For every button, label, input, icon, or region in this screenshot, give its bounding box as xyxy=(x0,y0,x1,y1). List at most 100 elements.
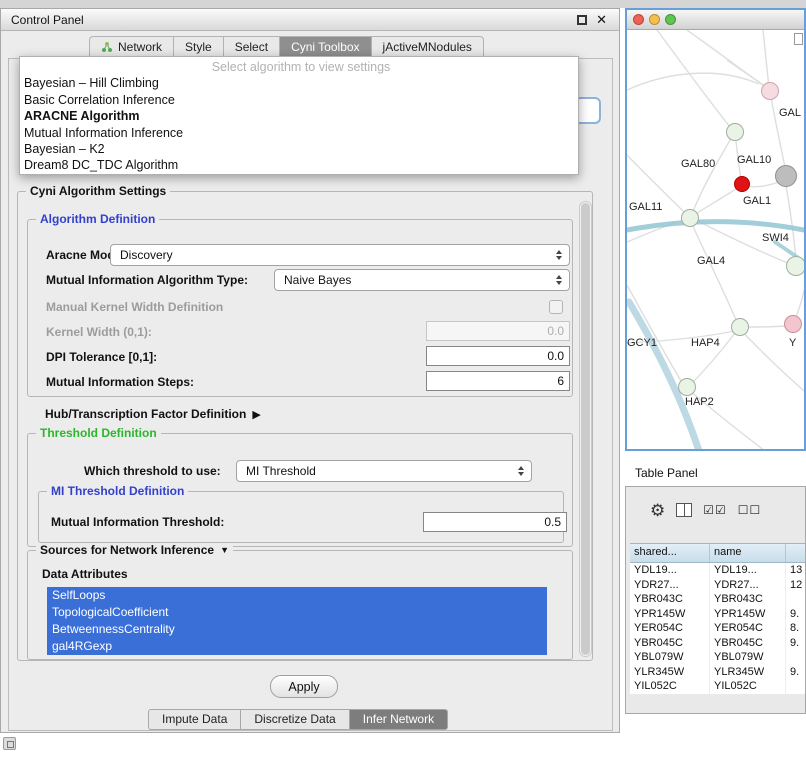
dropdown-item-selected[interactable]: ARACNE Algorithm xyxy=(20,108,578,124)
network-node-gal10[interactable] xyxy=(775,165,797,187)
table-header-row: shared... name xyxy=(630,543,806,563)
zoom-traffic-light[interactable] xyxy=(665,14,676,25)
attribute-item-selected[interactable]: SelfLoops xyxy=(47,587,547,604)
tab-select[interactable]: Select xyxy=(223,36,279,58)
network-node[interactable] xyxy=(786,256,806,276)
mi-threshold-field[interactable]: 0.5 xyxy=(423,512,567,532)
algorithm-definition-group: Algorithm Definition Aracne Mode: Discov… xyxy=(27,219,573,397)
group-title: MI Threshold Definition xyxy=(47,484,188,498)
float-panel-icon[interactable] xyxy=(577,15,587,25)
dpi-tolerance-label: DPI Tolerance [0,1]: xyxy=(46,346,157,368)
node-label: HAP2 xyxy=(685,396,714,408)
dropdown-item[interactable]: Basic Correlation Inference xyxy=(20,92,578,108)
dropdown-placeholder: Select algorithm to view settings xyxy=(20,59,578,75)
table-row[interactable]: YDR27...YDR27...12 xyxy=(630,578,806,593)
node-table: shared... name YDL19...YDL19...13 YDR27.… xyxy=(630,543,806,694)
node-label: GAL10 xyxy=(737,154,771,166)
settings-scrollbar[interactable] xyxy=(579,201,592,657)
network-node[interactable] xyxy=(731,318,749,336)
node-label: GAL1 xyxy=(743,195,771,207)
dropdown-item[interactable]: Dream8 DC_TDC Algorithm xyxy=(20,157,578,173)
group-title: Threshold Definition xyxy=(36,426,161,440)
minimize-traffic-light[interactable] xyxy=(649,14,660,25)
expand-down-icon: ▼ xyxy=(220,545,229,555)
node-label-clipped: GAL xyxy=(779,107,801,119)
bottom-tabbar: Impute Data Discretize Data Infer Networ… xyxy=(148,709,448,730)
network-node[interactable] xyxy=(726,123,744,141)
gear-icon[interactable]: ⚙ xyxy=(650,502,665,519)
hub-tf-section-toggle[interactable]: Hub/Transcription Factor Definition ▶ xyxy=(45,407,261,421)
table-row[interactable]: YPR145WYPR145W9. xyxy=(630,607,806,622)
network-canvas[interactable]: GAL80 GAL10 GAL11 GAL1 SWI4 GAL4 GCY1 HA… xyxy=(627,30,804,451)
section-label: Hub/Transcription Factor Definition xyxy=(45,407,246,421)
table-row[interactable]: YDL19...YDL19...13 xyxy=(630,563,806,578)
dropdown-item[interactable]: Bayesian – Hill Climbing xyxy=(20,75,578,91)
attribute-list: SelfLoops TopologicalCoefficient Between… xyxy=(47,587,547,655)
section-label: Sources for Network Inference xyxy=(40,543,214,557)
tab-label: Select xyxy=(235,40,268,54)
mi-type-select[interactable]: Naive Bayes xyxy=(274,269,570,291)
manual-kernel-checkbox xyxy=(549,300,563,314)
node-label: HAP4 xyxy=(691,337,720,349)
network-node[interactable] xyxy=(761,82,779,100)
control-panel-tabbar: Network Style Select Cyni Toolbox jActiv… xyxy=(1,36,619,58)
columns-icon[interactable] xyxy=(676,503,692,517)
table-row[interactable]: YBR043CYBR043C xyxy=(630,592,806,607)
which-threshold-label: Which threshold to use: xyxy=(84,460,221,482)
tab-label: Cyni Toolbox xyxy=(291,40,359,54)
canvas-scrollbar-thumb[interactable] xyxy=(794,33,803,45)
minimized-panel-icon[interactable] xyxy=(3,737,16,750)
control-panel-titlebar: Control Panel ✕ xyxy=(1,9,619,31)
deselect-all-checkboxes-icon[interactable]: ☐☐ xyxy=(738,503,762,517)
screen: Control Panel ✕ Network Style Select Cyn… xyxy=(0,0,806,762)
column-header-shared-name[interactable]: shared... xyxy=(630,544,710,562)
close-traffic-light[interactable] xyxy=(633,14,644,25)
table-row[interactable]: YER054CYER054C8. xyxy=(630,621,806,636)
tab-impute-data[interactable]: Impute Data xyxy=(148,709,240,730)
selected-value: Naive Bayes xyxy=(284,273,351,287)
close-icon[interactable]: ✕ xyxy=(596,13,607,26)
tab-jactivemnodules[interactable]: jActiveMNodules xyxy=(371,36,484,58)
tab-label: Style xyxy=(185,40,212,54)
tab-infer-network[interactable]: Infer Network xyxy=(349,709,448,730)
control-panel-title: Control Panel xyxy=(11,13,84,27)
apply-button[interactable]: Apply xyxy=(270,675,338,698)
combo-arrows-icon xyxy=(556,275,569,285)
mi-steps-field[interactable]: 6 xyxy=(426,371,570,391)
network-node[interactable] xyxy=(784,315,802,333)
aracne-mode-select[interactable]: Discovery xyxy=(110,244,570,266)
control-panel-window: Control Panel ✕ Network Style Select Cyn… xyxy=(0,8,620,733)
tab-cyni-toolbox[interactable]: Cyni Toolbox xyxy=(279,36,370,58)
dropdown-item[interactable]: Bayesian – K2 xyxy=(20,141,578,157)
column-header-clipped[interactable] xyxy=(786,544,806,562)
node-label-clipped: Y xyxy=(789,337,796,349)
table-row[interactable]: YLR345WYLR345W9. xyxy=(630,665,806,680)
sources-group: Sources for Network Inference ▼ Data Att… xyxy=(27,550,573,660)
attribute-item-selected[interactable]: BetweennessCentrality xyxy=(47,621,547,638)
network-node[interactable] xyxy=(678,378,696,396)
select-all-checkboxes-icon[interactable]: ☑☑ xyxy=(703,503,727,517)
node-label: GCY1 xyxy=(627,337,657,349)
dpi-tolerance-field[interactable]: 0.0 xyxy=(426,346,570,366)
column-header-name[interactable]: name xyxy=(710,544,786,562)
tab-discretize-data[interactable]: Discretize Data xyxy=(240,709,348,730)
node-label: GAL11 xyxy=(629,201,662,213)
attribute-item-selected[interactable]: TopologicalCoefficient xyxy=(47,604,547,621)
sources-section-toggle[interactable]: Sources for Network Inference ▼ xyxy=(36,543,233,557)
attribute-item-selected[interactable]: gal4RGexp xyxy=(47,638,547,655)
which-threshold-select[interactable]: MI Threshold xyxy=(236,460,532,482)
table-row[interactable]: YBR045CYBR045C9. xyxy=(630,636,806,651)
scrollbar-thumb[interactable] xyxy=(581,203,590,655)
table-row[interactable]: YBL079WYBL079W xyxy=(630,650,806,665)
selected-value: MI Threshold xyxy=(246,464,316,478)
table-row[interactable]: YIL052CYIL052C xyxy=(630,679,806,694)
dropdown-item[interactable]: Mutual Information Inference xyxy=(20,125,578,141)
tab-network[interactable]: Network xyxy=(89,36,173,58)
table-panel-window: ⚙ ☑☑ ☐☐ shared... name YDL19...YDL19...1… xyxy=(625,486,806,714)
node-label: GAL4 xyxy=(697,255,725,267)
network-node[interactable] xyxy=(681,209,699,227)
threshold-definition-group: Threshold Definition Which threshold to … xyxy=(27,433,573,547)
tab-style[interactable]: Style xyxy=(173,36,223,58)
tab-label: Network xyxy=(118,40,162,54)
network-node-selected[interactable] xyxy=(734,176,750,192)
